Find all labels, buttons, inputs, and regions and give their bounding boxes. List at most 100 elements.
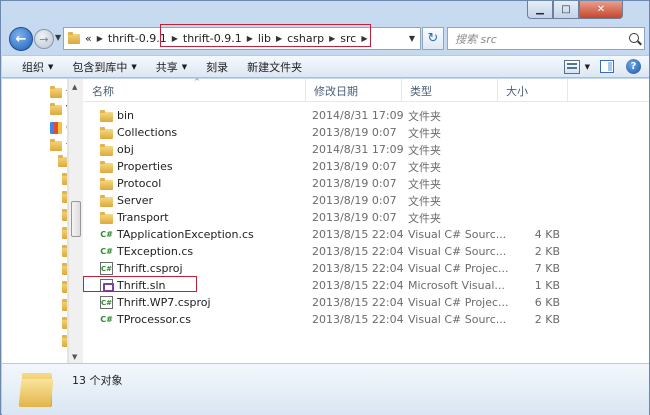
sort-ascending-icon: ^ [194,78,200,86]
file-size: 2 KB [534,245,560,258]
share-label: 共享 [155,60,178,74]
file-type: 文件夹 [408,160,441,174]
close-button[interactable]: ✕ [579,1,623,19]
file-name: Thrift.csproj [117,262,183,275]
folder-icon [100,177,113,190]
folder-icon [50,102,62,115]
back-button[interactable]: ← [9,27,33,51]
maximize-button[interactable]: □ [553,1,579,19]
file-date: 2013/8/19 0:07 [312,194,397,207]
chevron-down-icon: ▼ [181,62,188,71]
file-row[interactable]: C# TException.cs 2013/8/15 22:04 Visual C… [84,243,649,260]
file-row[interactable]: C# TApplicationException.cs 2013/8/15 22:… [84,226,649,243]
command-bar: 组织 ▼ 包含到库中 ▼ 共享 ▼ 刻录 新建文件夹 ▼ ? [2,55,649,78]
preview-pane-icon[interactable] [600,60,614,73]
file-row[interactable]: Transport 2013/8/19 0:07 文件夹 [84,209,649,226]
scroll-up-icon[interactable]: ▲ [72,83,77,91]
refresh-button[interactable]: ↻ [422,27,444,50]
csharp-file-icon: C# [100,230,113,239]
nav-item[interactable]: t [50,85,67,99]
nav-item[interactable]: t [50,138,67,152]
column-header-name[interactable]: 名称 ^ [84,78,306,102]
close-icon: ✕ [596,4,606,15]
explorer-window: ▁ □ ✕ ← → ▼ « ▶ thrift-0.9.1 ▶ thrift-0.… [0,0,650,415]
new-folder-button[interactable]: 新建文件夹 [247,59,302,75]
folder-icon [100,160,113,173]
csproj-file-icon: C# [100,296,113,309]
include-in-library-menu[interactable]: 包含到库中 ▼ [72,59,136,75]
nav-item[interactable]: C [50,121,67,134]
share-menu[interactable]: 共享 ▼ [156,59,187,75]
file-name: bin [117,109,135,122]
change-view-icon[interactable] [563,59,580,74]
forward-arrow-icon: → [39,32,49,46]
file-name: Collections [117,126,178,139]
folder-icon [100,109,113,122]
breadcrumb-separator-icon[interactable]: ▶ [97,34,103,43]
file-row[interactable]: obj 2014/8/31 17:09 文件夹 [84,141,649,158]
file-name-cell: Server [100,194,153,207]
column-type-label: 类型 [410,84,432,98]
help-icon[interactable]: ? [626,59,641,74]
csharp-file-icon: C# [100,247,113,256]
navigation-pane: t V C t [2,79,68,363]
breadcrumb-overflow[interactable]: « [85,32,92,45]
breadcrumb-item[interactable]: thrift-0.9.1 [108,32,167,45]
column-size-label: 大小 [506,84,528,98]
address-dropdown-icon[interactable]: ▼ [409,34,415,43]
file-row[interactable]: bin 2014/8/31 17:09 文件夹 [84,107,649,124]
file-date: 2013/8/19 0:07 [312,126,397,139]
file-size: 7 KB [534,262,560,275]
content-area: t V C t [2,78,649,363]
column-date-label: 修改日期 [314,84,358,98]
file-date: 2013/8/15 22:04 [312,279,404,292]
nav-item[interactable]: V [50,102,67,116]
file-row[interactable]: Server 2013/8/19 0:07 文件夹 [84,192,649,209]
scroll-down-icon[interactable]: ▼ [72,353,77,361]
column-header-date[interactable]: 修改日期 [306,79,402,102]
column-header-type[interactable]: 类型 [402,79,498,102]
file-row[interactable]: C# Thrift.WP7.csproj 2013/8/15 22:04 Visu… [84,294,649,311]
scrollbar-thumb[interactable] [71,201,81,237]
file-name: Protocol [117,177,162,190]
back-arrow-icon: ← [15,31,27,47]
navigation-scrollbar[interactable]: ▲ ▼ [68,79,83,363]
folder-icon [100,126,113,139]
file-name-cell: C# TProcessor.cs [100,313,191,326]
file-name: Server [117,194,154,207]
search-icon[interactable] [629,33,639,43]
file-name-cell: C# TException.cs [100,245,193,258]
file-row[interactable]: C# TProcessor.cs 2013/8/15 22:04 Visual C… [84,311,649,328]
organize-menu[interactable]: 组织 ▼ [22,59,53,75]
file-name-cell: Transport [100,211,169,224]
file-size: 1 KB [534,279,560,292]
minimize-button[interactable]: ▁ [527,1,553,19]
new-folder-label: 新建文件夹 [247,60,303,74]
search-input[interactable]: 搜索 src [447,27,645,50]
file-list-pane: 名称 ^ 修改日期 类型 大小 bin 2014/8/31 17:09 文件夹 [84,78,649,363]
file-name: TException.cs [117,245,194,258]
search-placeholder: 搜索 src [455,32,497,46]
file-row[interactable]: Collections 2013/8/19 0:07 文件夹 [84,124,649,141]
forward-button[interactable]: → [34,29,54,49]
file-row[interactable]: C# Thrift.csproj 2013/8/15 22:04 Visual C… [84,260,649,277]
file-name-cell: C# Thrift.WP7.csproj [100,296,211,309]
nav-item[interactable] [58,155,67,167]
file-row[interactable]: Protocol 2013/8/19 0:07 文件夹 [84,175,649,192]
title-bar: ▁ □ ✕ [1,1,650,23]
file-row[interactable]: Properties 2013/8/19 0:07 文件夹 [84,158,649,175]
recent-pages-dropdown[interactable]: ▼ [55,33,61,42]
file-date: 2013/8/15 22:04 [312,296,404,309]
file-date: 2014/8/31 17:09 [312,143,404,156]
column-header-size[interactable]: 大小 [498,79,568,102]
burn-button[interactable]: 刻录 [206,59,228,75]
sln-annotation-box [83,276,197,292]
folder-icon [22,373,52,407]
file-name: TProcessor.cs [117,313,191,326]
file-name: TApplicationException.cs [117,228,254,241]
file-date: 2014/8/31 17:09 [312,109,404,122]
file-name-cell: obj [100,143,134,156]
folder-icon [100,143,113,156]
view-options-dropdown-icon[interactable]: ▼ [585,63,590,71]
file-type: 文件夹 [408,194,441,208]
